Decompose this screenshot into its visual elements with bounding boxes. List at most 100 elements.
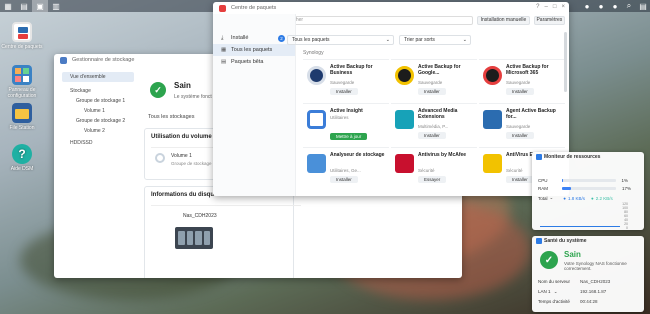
network-graph-line <box>540 226 620 227</box>
desktop-icon-label: File Station <box>9 125 35 131</box>
window-controls: ? – □ × <box>536 4 565 10</box>
window-titlebar[interactable]: Centre de paquets ? – □ × <box>213 2 569 14</box>
package-card[interactable]: Active Backup for Microsoft 365 Sauvegar… <box>479 59 565 103</box>
health-text: Le système fonct <box>174 94 212 100</box>
desktop: ▦ ▤ ▣ ▥ ● ● ● ⌕ ▤ Centre de paquets Pann… <box>0 0 650 314</box>
install-button[interactable]: Installer <box>418 132 446 139</box>
desktop-icon-package-center[interactable]: Centre de paquets <box>0 22 44 50</box>
desktop-icon-label: Centre de paquets <box>1 44 43 50</box>
cpu-value: 1% <box>621 178 629 183</box>
sidebar-item-overview[interactable]: Vue d'ensemble <box>62 72 134 82</box>
maximize-icon[interactable]: □ <box>553 4 557 10</box>
taskbar-package-center[interactable]: ▣ <box>32 0 48 12</box>
try-button[interactable]: Essayer <box>418 176 447 183</box>
install-button[interactable]: Installer <box>506 88 534 95</box>
lan-row: LAN 1 ⌄ 192.168.1.87 <box>538 289 606 295</box>
chevron-down-icon[interactable]: ⌄ <box>554 289 558 294</box>
package-name: Active Backup for Microsoft 365 <box>506 64 549 76</box>
search-input[interactable]: ⌕ Rechercher <box>267 15 474 25</box>
sort-select[interactable]: Trier par sorts ⌄ <box>399 35 471 45</box>
lan-label[interactable]: LAN 1 <box>538 289 551 294</box>
package-card[interactable]: Antivirus by McAfee Sécurité Essayer <box>391 147 477 191</box>
sidebar-item-pool-2[interactable]: Groupe de stockage 2 <box>62 116 134 126</box>
sidebar-item-label: Stockage <box>70 88 91 94</box>
package-sidebar: ⤓ Installé 2 ▦ Tous les paquets ▤ Paquet… <box>213 14 296 196</box>
search-icon[interactable]: ⌕ <box>622 0 636 12</box>
sidebar-item-volume-1[interactable]: Volume 1 <box>62 106 134 116</box>
window-title: Centre de paquets <box>231 5 277 11</box>
package-name: Active Insight <box>330 108 363 114</box>
package-card[interactable]: Agent Active Backup for... Sauvegarde In… <box>479 103 565 147</box>
desktop-icon-control-panel[interactable]: Panneau de configuration <box>0 65 44 99</box>
taskbar-storage-manager[interactable]: ▤ <box>16 0 32 12</box>
sidebar-item-volume-2[interactable]: Volume 2 <box>62 126 134 136</box>
package-card[interactable]: Analyseur de stockage Utilitaires, Ge...… <box>303 147 389 191</box>
package-card[interactable]: Active Backup for Business Sauvegarde In… <box>303 59 389 103</box>
close-icon[interactable]: × <box>561 4 565 10</box>
package-category: Utilitaires <box>330 115 349 120</box>
window-title: Gestionnaire de stockage <box>72 57 135 63</box>
main-menu-icon[interactable]: ▦ <box>0 0 16 12</box>
package-card[interactable]: Active Backup for Google... Sauvegarde I… <box>391 59 477 103</box>
sidebar-item-installed[interactable]: ⤓ Installé 2 <box>213 32 295 44</box>
cpu-bar <box>561 179 616 182</box>
sidebar-item-all-packages[interactable]: ▦ Tous les paquets <box>213 44 295 56</box>
install-button[interactable]: Installer <box>506 176 534 183</box>
install-button[interactable]: Installer <box>418 88 446 95</box>
cpu-label: CPU <box>538 178 548 183</box>
settings-button[interactable]: Paramètres <box>533 15 565 25</box>
section-label: Synology <box>303 50 324 56</box>
category-select[interactable]: Tous les paquets ⌄ <box>287 35 394 45</box>
desktop-icon-label: Aide DSM <box>10 166 34 172</box>
scrollbar[interactable] <box>564 32 567 92</box>
grid-icon: ▦ <box>221 47 227 53</box>
package-center-icon <box>219 5 226 12</box>
desktop-icon-help[interactable]: ? Aide DSM <box>0 144 44 172</box>
install-button[interactable]: Installer <box>330 88 358 95</box>
ram-row: RAM 17% <box>538 186 631 191</box>
sidebar-item-beta-packages[interactable]: ▤ Paquets bêta <box>213 56 295 68</box>
notification-icon[interactable]: ● <box>594 0 608 12</box>
sidebar-item-label: HDD/SSD <box>70 140 93 146</box>
section-title: Tous les stockages <box>148 114 195 120</box>
user-icon[interactable]: ● <box>608 0 622 12</box>
cpu-row: CPU 1% <box>538 178 628 183</box>
sidebar-item-label: Volume 2 <box>84 128 105 134</box>
package-name: Advanced Media Extensions <box>418 108 458 120</box>
ram-value: 17% <box>622 186 632 191</box>
sidebar-item-hdd-ssd[interactable]: HDD/SSD <box>62 138 134 148</box>
package-filters: Tous les paquets ⌄ Trier par sorts ⌄ <box>287 35 471 45</box>
volume-name: Volume 1 <box>171 153 192 159</box>
widget-title-text: Moniteur de ressources <box>544 154 601 160</box>
taskbar-resource-monitor[interactable]: ▥ <box>48 0 64 12</box>
active-insight-icon <box>307 110 326 129</box>
check-icon: ✓ <box>540 251 558 269</box>
package-card[interactable]: Active Insight Utilitaires Mettre à jour <box>303 103 389 147</box>
manual-install-button[interactable]: Installation manuelle <box>477 15 530 25</box>
resource-monitor-widget: Moniteur de ressources CPU 1% RAM 17% To… <box>532 152 644 230</box>
minimize-icon[interactable]: – <box>545 4 548 10</box>
sidebar-item-pool-1[interactable]: Groupe de stockage 1 <box>62 96 134 106</box>
widget-title: Santé du système <box>532 236 644 246</box>
update-button[interactable]: Mettre à jour <box>330 133 368 140</box>
package-card[interactable]: Advanced Media Extensions Multimédia, P.… <box>391 103 477 147</box>
help-icon[interactable]: ? <box>536 4 539 10</box>
cpu-bar-fill <box>561 179 563 182</box>
chevron-down-icon[interactable]: ⌄ <box>550 195 554 201</box>
sidebar-item-label: Groupe de stockage 1 <box>76 98 126 104</box>
sidebar-item-storage[interactable]: Stockage <box>62 86 134 96</box>
install-button[interactable]: Installer <box>330 176 358 183</box>
install-button[interactable]: Installer <box>506 132 534 139</box>
chat-icon[interactable]: ● <box>580 0 594 12</box>
network-row: Total ⌄ ● 1.8 KB/s ● 2.2 KB/s <box>538 195 613 201</box>
volume-pool: Groupe de stockage <box>171 161 212 166</box>
widgets-icon[interactable]: ▤ <box>636 0 650 12</box>
desktop-icon-file-station[interactable]: File Station <box>0 103 44 131</box>
sort-select-value: Trier par sorts <box>404 37 435 43</box>
total-label[interactable]: Total <box>538 196 548 201</box>
chevron-down-icon: ⌄ <box>385 37 390 43</box>
nas-device-image <box>175 227 213 249</box>
server-name: Nas_CDH2023 <box>183 213 217 219</box>
package-category: Utilitaires, Ge... <box>330 168 361 173</box>
package-category: Sauvegarde <box>418 80 443 85</box>
